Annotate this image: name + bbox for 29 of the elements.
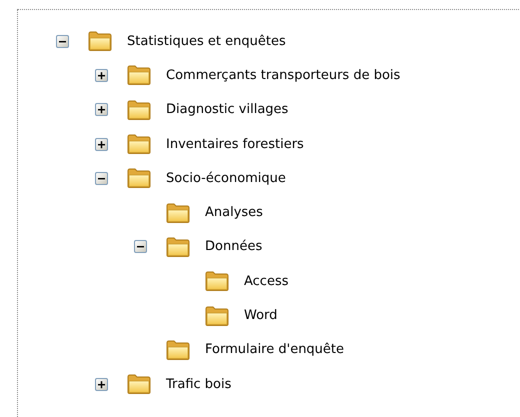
folder-icon <box>165 236 191 258</box>
tree-item-label[interactable]: Word <box>244 308 278 324</box>
folder-icon <box>87 30 113 52</box>
tree-item-label[interactable]: Inventaires forestiers <box>166 136 304 152</box>
folder-icon <box>126 64 152 86</box>
collapse-icon[interactable] <box>134 240 147 254</box>
folder-icon <box>126 133 152 156</box>
folder-icon <box>204 304 230 327</box>
folder-icon <box>126 98 152 121</box>
tree-item-label[interactable]: Trafic bois <box>166 376 232 392</box>
collapse-icon[interactable] <box>56 34 69 48</box>
tree-item-label[interactable]: Access <box>244 274 289 289</box>
folder-icon <box>126 167 152 190</box>
folder-icon <box>126 373 152 396</box>
folder-icon <box>165 202 191 224</box>
tree-item-label[interactable]: Analyses <box>205 205 263 220</box>
tree-item-label[interactable]: Formulaire d'enquête <box>205 342 344 358</box>
expand-icon[interactable] <box>95 68 108 82</box>
collapse-icon[interactable] <box>95 172 108 185</box>
expand-icon[interactable] <box>95 138 108 151</box>
folder-icon <box>165 338 191 361</box>
tree-item-label[interactable]: Statistiques et enquêtes <box>127 34 286 49</box>
tree-item-label[interactable]: Diagnostic villages <box>166 102 288 118</box>
expand-icon[interactable] <box>95 378 108 391</box>
expand-icon[interactable] <box>95 103 108 116</box>
tree-item-label[interactable]: Données <box>205 239 262 254</box>
tree-item-label[interactable]: Commerçants transporteurs de bois <box>166 68 400 83</box>
tree-item-label[interactable]: Socio-économique <box>166 170 286 186</box>
folder-icon <box>204 270 230 292</box>
